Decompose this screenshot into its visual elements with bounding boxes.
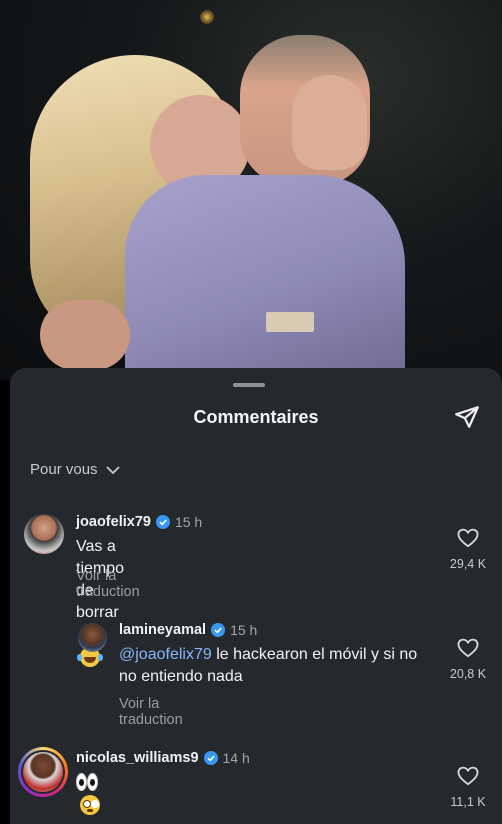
sheet-title: Commentaires <box>193 407 319 427</box>
comment-header: nicolas_williams9 14 h <box>76 750 250 766</box>
filter-label: Pour vous <box>30 461 98 478</box>
comment-time: 15 h <box>174 514 203 530</box>
comment-text: @joaofelix79 le hackearon el móvil y si … <box>119 644 439 688</box>
photo-shirt <box>125 175 405 380</box>
heart-icon <box>457 528 479 548</box>
username[interactable]: lamineyamal <box>119 622 206 638</box>
avatar <box>21 750 65 794</box>
see-translation-link[interactable]: Voir la traduction <box>119 696 183 728</box>
verified-badge-icon <box>155 515 170 529</box>
filter-dropdown[interactable]: Pour vous <box>30 461 120 478</box>
comment-time: 15 h <box>230 622 258 638</box>
photo-shirt-label <box>266 312 314 332</box>
like-button[interactable]: 11,1 K <box>438 766 498 809</box>
like-count: 20,8 K <box>449 667 487 681</box>
photo-hand <box>292 75 367 170</box>
verified-badge-icon <box>203 751 218 765</box>
see-translation-link[interactable]: Voir la traduction <box>76 568 140 600</box>
post-photo <box>0 0 502 380</box>
comments-sheet: Commentaires Pour vous joaofelix79 15 h … <box>10 368 502 824</box>
avatar[interactable] <box>78 623 107 652</box>
comment-time: 14 h <box>222 750 250 766</box>
like-count: 11,1 K <box>450 795 486 809</box>
share-icon[interactable] <box>453 404 481 430</box>
pupil-left <box>79 779 84 786</box>
pupil-right <box>90 779 95 786</box>
comment-header: joaofelix79 15 h <box>76 514 202 530</box>
verified-badge-icon <box>211 623 226 637</box>
like-button[interactable]: 20,8 K <box>438 638 498 681</box>
like-button[interactable]: 29,4 K <box>438 528 498 571</box>
mention-link[interactable]: @joaofelix79 <box>119 646 212 663</box>
heart-icon <box>457 766 479 786</box>
lamp-light <box>200 10 214 24</box>
chevron-down-icon <box>105 465 120 474</box>
avatar-story-ring[interactable] <box>18 747 68 797</box>
drag-handle[interactable] <box>233 383 265 387</box>
username[interactable]: joaofelix79 <box>76 514 151 530</box>
flushed-face-icon <box>80 795 100 815</box>
avatar-photo <box>23 752 63 792</box>
avatar[interactable] <box>24 514 64 554</box>
comment-text <box>76 772 100 818</box>
like-count: 29,4 K <box>449 557 487 571</box>
heart-icon <box>457 638 479 658</box>
comment-header: lamineyamal 15 h <box>119 622 257 638</box>
photo-arm <box>40 300 130 370</box>
eyes-icon <box>76 772 98 792</box>
username[interactable]: nicolas_williams9 <box>76 750 199 766</box>
